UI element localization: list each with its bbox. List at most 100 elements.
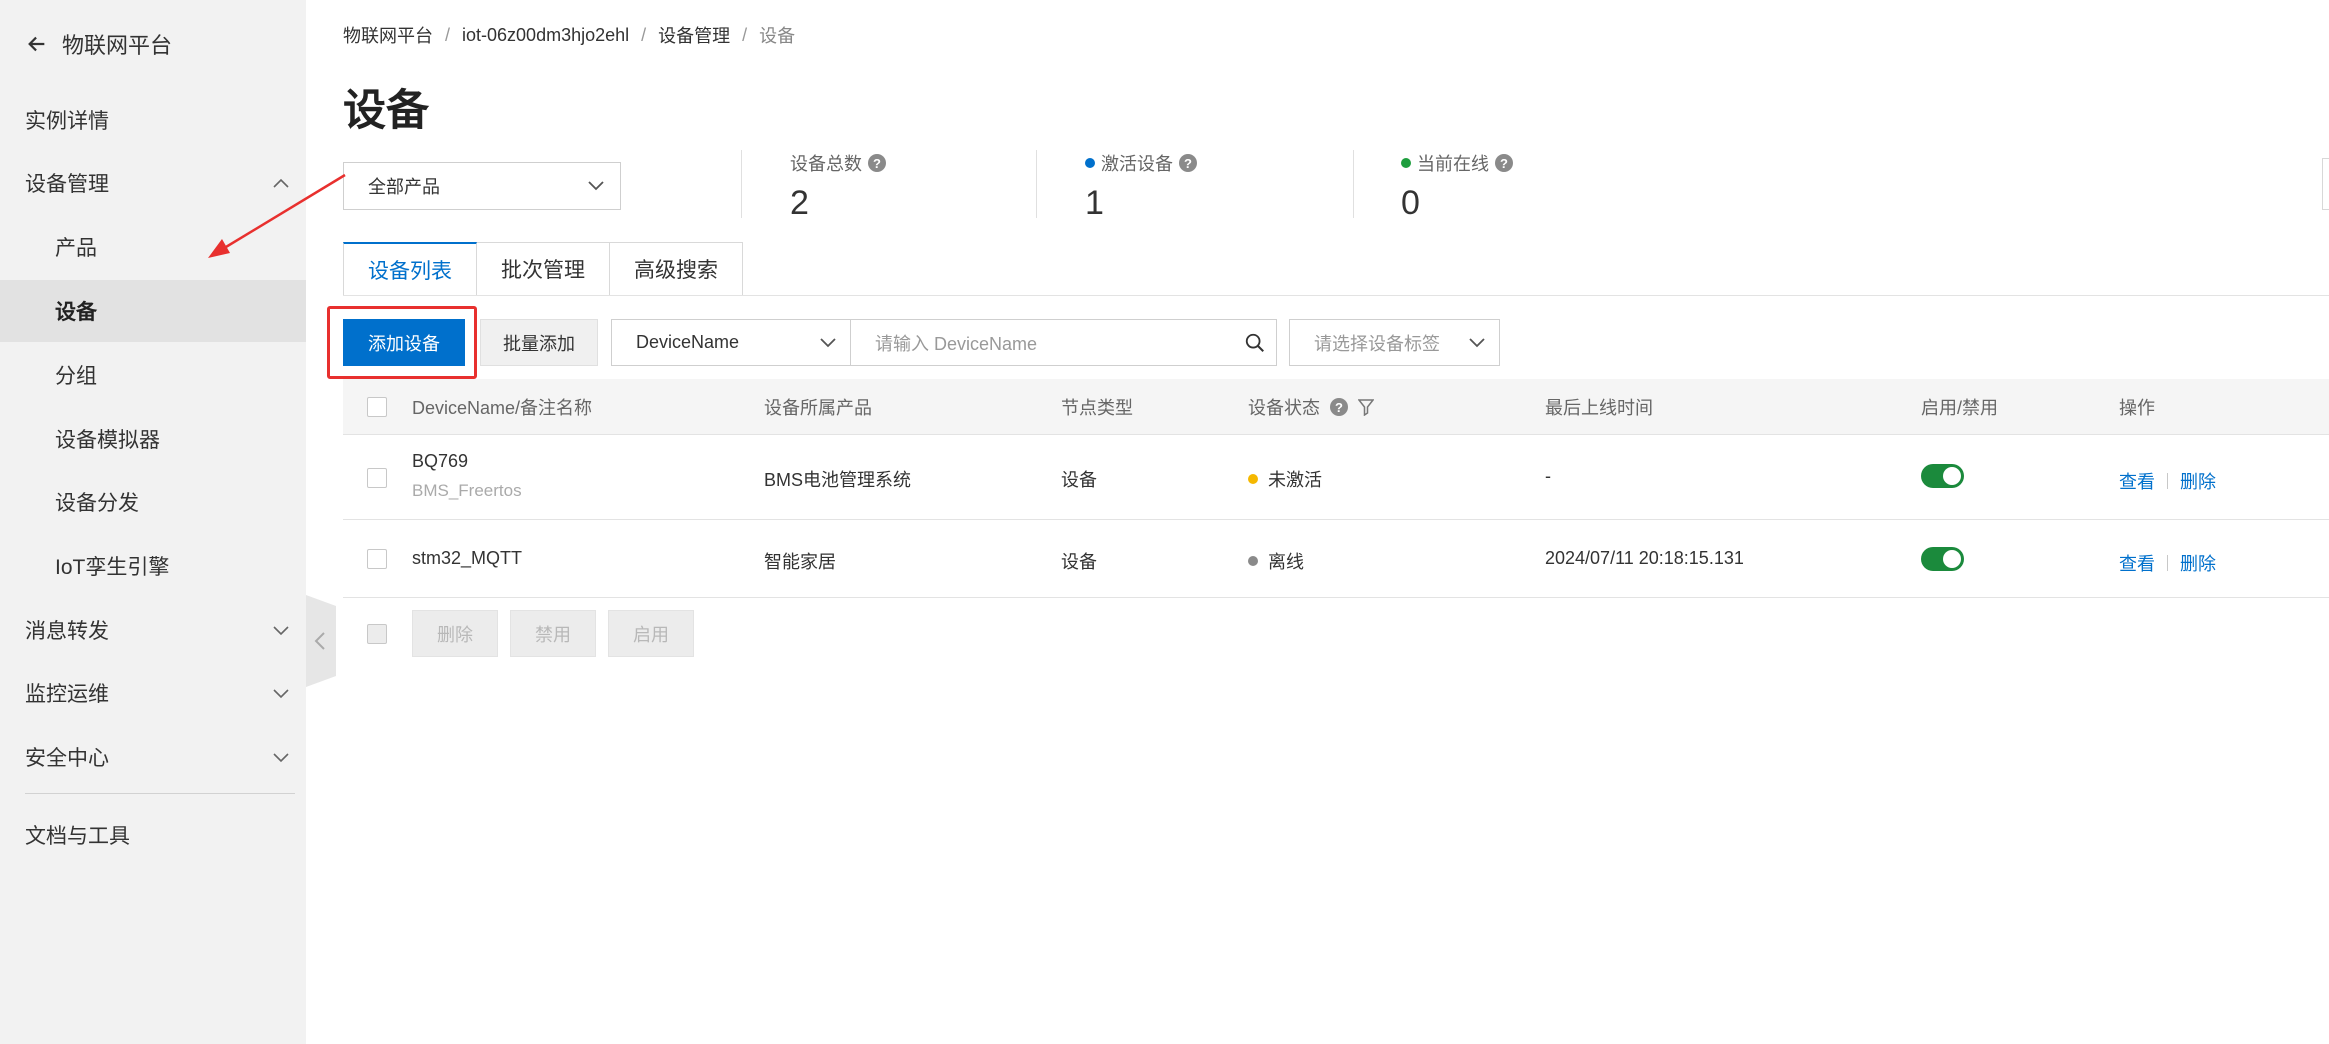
stat-label: 当前在线: [1417, 154, 1489, 174]
status-dot: [1248, 556, 1258, 566]
stat-value: 1: [1085, 184, 1104, 222]
column-header-actions: 操作: [2119, 398, 2155, 418]
bulk-delete-button[interactable]: 删除: [412, 610, 498, 657]
search-icon[interactable]: [1244, 332, 1266, 354]
search-input[interactable]: 请输入 DeviceName: [850, 319, 1277, 366]
sidebar-item-label: IoT孪生引擎: [55, 556, 170, 579]
tab-advanced-search[interactable]: 高级搜索: [610, 242, 743, 296]
add-device-button[interactable]: 添加设备: [343, 319, 465, 366]
bulk-select-checkbox[interactable]: [367, 624, 387, 644]
arrow-left-icon: [28, 36, 45, 52]
view-link[interactable]: 查看: [2119, 468, 2155, 494]
stat-online-devices: 当前在线? 0: [1401, 150, 1513, 223]
device-tag-select[interactable]: 请选择设备标签: [1289, 319, 1500, 366]
search-field-select[interactable]: DeviceName: [611, 319, 851, 366]
tabs-divider: [343, 295, 2329, 296]
sidebar-item-label: 产品: [55, 237, 97, 260]
status-dot: [1085, 158, 1095, 168]
help-icon[interactable]: ?: [868, 154, 886, 172]
sidebar-item-device-simulator[interactable]: 设备模拟器: [0, 408, 306, 470]
node-type: 设备: [1061, 552, 1097, 572]
sidebar-item-group[interactable]: 分组: [0, 344, 306, 406]
breadcrumb-item[interactable]: 物联网平台: [343, 22, 433, 48]
stat-divider: [741, 150, 742, 218]
bulk-enable-button[interactable]: 启用: [608, 610, 694, 657]
delete-link[interactable]: 删除: [2180, 550, 2216, 576]
sidebar-item-label: 设备管理: [25, 173, 109, 196]
sidebar-item-device[interactable]: 设备: [0, 280, 306, 342]
sidebar-item-docs-tools[interactable]: 文档与工具: [0, 804, 306, 866]
delete-link[interactable]: 删除: [2180, 468, 2216, 494]
sidebar-item-label: 安全中心: [25, 747, 109, 770]
device-name[interactable]: BQ769: [412, 451, 468, 472]
column-header-device-name: DeviceName/备注名称: [412, 398, 593, 418]
product-filter-select[interactable]: 全部产品: [343, 162, 621, 210]
device-name[interactable]: stm32_MQTT: [412, 548, 522, 569]
status-text: 离线: [1268, 552, 1304, 572]
sidebar-item-label: 设备: [55, 301, 97, 324]
view-link[interactable]: 查看: [2119, 550, 2155, 576]
batch-add-button[interactable]: 批量添加: [480, 319, 598, 366]
breadcrumb-separator: /: [641, 24, 647, 45]
product-filter-value: 全部产品: [368, 177, 440, 197]
enable-toggle[interactable]: [1921, 464, 1964, 488]
stat-total-devices: 设备总数? 2: [790, 150, 886, 223]
status-text: 未激活: [1268, 470, 1322, 490]
breadcrumb-item[interactable]: iot-06z00dm3hjo2ehl: [462, 25, 629, 46]
bulk-disable-button[interactable]: 禁用: [510, 610, 596, 657]
stat-label: 设备总数: [790, 154, 862, 174]
table-row: BQ769 BMS_Freertos BMS电池管理系统 设备 未激活 - 查看…: [343, 435, 2329, 520]
sidebar-divider: [25, 793, 295, 794]
breadcrumb-item[interactable]: 设备管理: [658, 22, 730, 48]
sidebar-item-security-center[interactable]: 安全中心: [0, 726, 306, 788]
sidebar-item-instance-details[interactable]: 实例详情: [0, 89, 306, 151]
row-checkbox[interactable]: [367, 468, 387, 488]
back-to-platform[interactable]: 物联网平台: [26, 28, 172, 60]
action-separator: [2167, 473, 2168, 489]
last-online-time: 2024/07/11 20:18:15.131: [1545, 548, 1744, 568]
filter-icon[interactable]: [1358, 398, 1374, 416]
stat-divider: [1353, 150, 1354, 218]
sidebar-item-message-forwarding[interactable]: 消息转发: [0, 599, 306, 661]
tag-placeholder: 请选择设备标签: [1314, 333, 1440, 354]
sidebar-item-iot-twin-engine[interactable]: IoT孪生引擎: [0, 535, 306, 597]
last-online-time: -: [1545, 466, 1551, 486]
sidebar: 物联网平台 实例详情 设备管理 产品 设备 分组 设备模拟器 设备分发 IoT孪…: [0, 0, 306, 1044]
side-panel-edge[interactable]: [2322, 158, 2329, 210]
sidebar-item-label: 监控运维: [25, 683, 109, 706]
stat-label: 激活设备: [1101, 154, 1173, 174]
enable-toggle[interactable]: [1921, 547, 1964, 571]
tab-bar: 设备列表 批次管理 高级搜索: [343, 242, 743, 296]
stat-divider: [1036, 150, 1037, 218]
help-icon[interactable]: ?: [1179, 154, 1197, 172]
chevron-down-icon: [273, 753, 289, 763]
table-row: stm32_MQTT 智能家居 设备 离线 2024/07/11 20:18:1…: [343, 520, 2329, 598]
action-separator: [2167, 555, 2168, 571]
device-remark: BMS_Freertos: [412, 481, 522, 500]
sidebar-item-label: 设备模拟器: [55, 429, 160, 452]
sidebar-collapse-handle[interactable]: [306, 595, 336, 687]
device-status: 离线: [1248, 548, 1304, 574]
node-type: 设备: [1061, 470, 1097, 490]
breadcrumb-current: 设备: [759, 26, 796, 46]
column-header-enable-disable: 启用/禁用: [1921, 398, 1999, 418]
breadcrumb: 物联网平台 / iot-06z00dm3hjo2ehl / 设备管理 / 设备: [343, 22, 795, 48]
select-all-checkbox[interactable]: [367, 397, 387, 417]
row-checkbox[interactable]: [367, 549, 387, 569]
device-status: 未激活: [1248, 466, 1322, 492]
sidebar-item-label: 文档与工具: [25, 825, 130, 848]
help-icon[interactable]: ?: [1330, 398, 1348, 416]
breadcrumb-separator: /: [742, 24, 748, 45]
sidebar-item-device-distribution[interactable]: 设备分发: [0, 471, 306, 533]
chevron-down-icon: [820, 338, 836, 348]
tab-device-list[interactable]: 设备列表: [343, 242, 477, 296]
help-icon[interactable]: ?: [1495, 154, 1513, 172]
table-header: DeviceName/备注名称 设备所属产品 节点类型 设备状态 ? 最后上线时…: [343, 379, 2329, 435]
tab-batch-management[interactable]: 批次管理: [477, 242, 610, 296]
chevron-left-icon: [314, 632, 325, 650]
sidebar-item-monitoring[interactable]: 监控运维: [0, 662, 306, 724]
search-placeholder: 请输入 DeviceName: [875, 333, 1038, 354]
device-product: BMS电池管理系统: [764, 470, 912, 490]
status-dot: [1401, 158, 1411, 168]
column-header-product: 设备所属产品: [764, 398, 872, 418]
